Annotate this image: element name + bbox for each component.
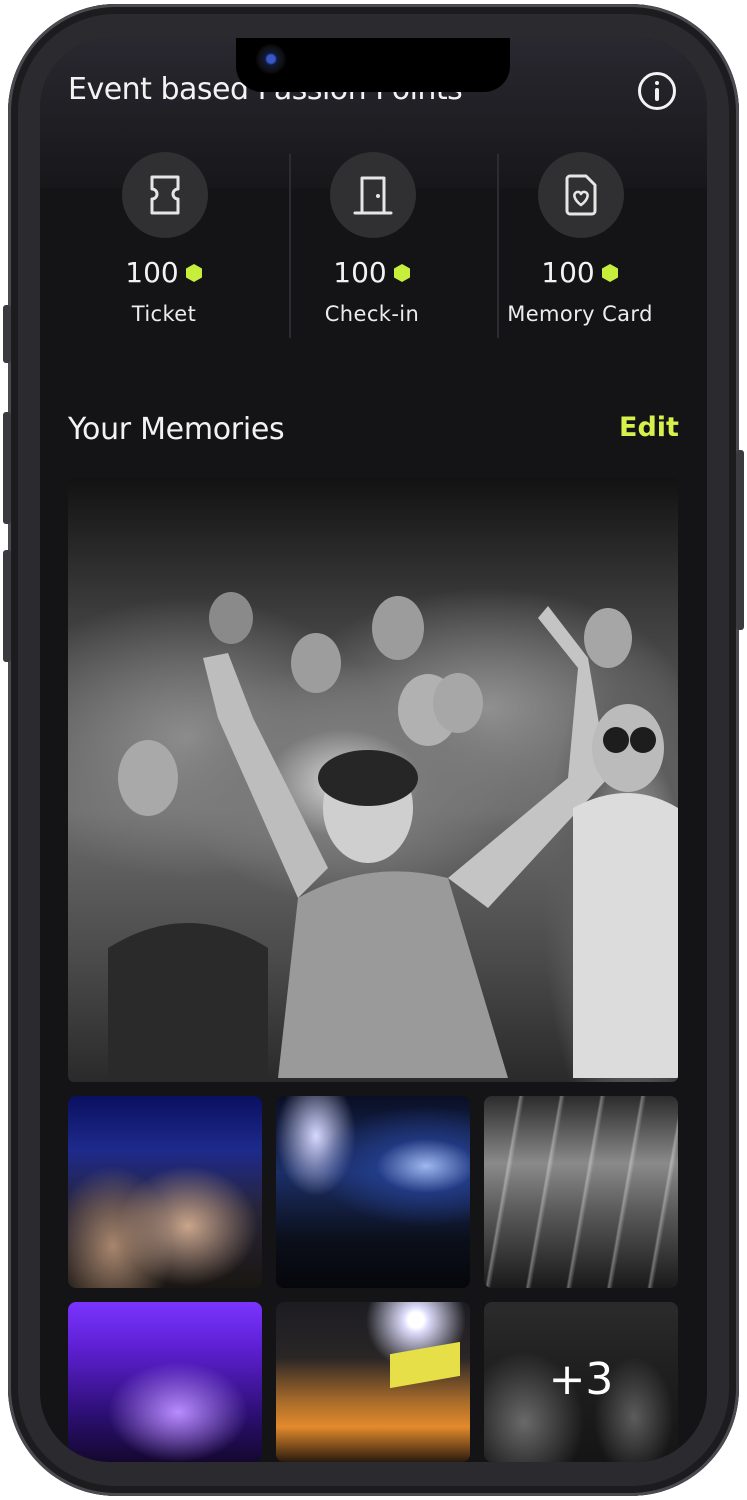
crowd-photo-illustration xyxy=(108,592,678,1082)
points-value: 100 xyxy=(333,256,387,289)
token-hexagon-icon xyxy=(601,263,618,282)
power-button xyxy=(736,450,744,630)
points-label: Check-in xyxy=(324,302,420,326)
points-value: 100 xyxy=(541,256,595,289)
mute-switch xyxy=(3,305,11,363)
heart-card-icon xyxy=(565,174,597,216)
app-screen: Event based Passion Points 100 Ticket xyxy=(40,38,707,1462)
front-camera xyxy=(256,44,286,74)
memory-photo-thumbnail[interactable] xyxy=(68,1096,262,1288)
points-label: Memory Card xyxy=(507,302,653,326)
door-icon-badge xyxy=(330,152,416,238)
divider xyxy=(497,154,499,338)
memory-photo-thumbnail[interactable] xyxy=(276,1302,470,1462)
building-sign xyxy=(390,1341,460,1389)
memories-section-title: Your Memories xyxy=(68,412,285,447)
heart-card-icon-badge xyxy=(538,152,624,238)
more-photos-count: +3 xyxy=(548,1354,614,1405)
ticket-icon xyxy=(150,175,180,215)
points-value: 100 xyxy=(125,256,179,289)
points-item-check-in[interactable]: 100 Check-in xyxy=(268,150,476,340)
memory-photo-featured[interactable] xyxy=(68,478,678,1082)
memory-photo-thumbnail[interactable] xyxy=(68,1302,262,1462)
volume-up-button xyxy=(3,412,11,524)
door-icon xyxy=(353,176,393,215)
ticket-icon-badge xyxy=(122,152,208,238)
token-hexagon-icon xyxy=(185,263,202,282)
passion-points-row: 100 Ticket 100 Check-in 100 Memory Card xyxy=(60,150,684,340)
volume-down-button xyxy=(3,550,11,662)
token-hexagon-icon xyxy=(393,263,410,282)
divider xyxy=(289,154,291,338)
notch xyxy=(236,38,510,92)
info-circle-icon[interactable] xyxy=(638,72,676,110)
points-item-memory-card[interactable]: 100 Memory Card xyxy=(476,150,684,340)
points-label: Ticket xyxy=(131,302,197,326)
memory-photo-thumbnail[interactable] xyxy=(484,1096,678,1288)
edit-memories-button[interactable]: Edit xyxy=(619,412,679,443)
more-memories-tile[interactable]: +3 xyxy=(484,1302,678,1462)
points-item-ticket[interactable]: 100 Ticket xyxy=(60,150,268,340)
memory-photo-thumbnail[interactable] xyxy=(276,1096,470,1288)
